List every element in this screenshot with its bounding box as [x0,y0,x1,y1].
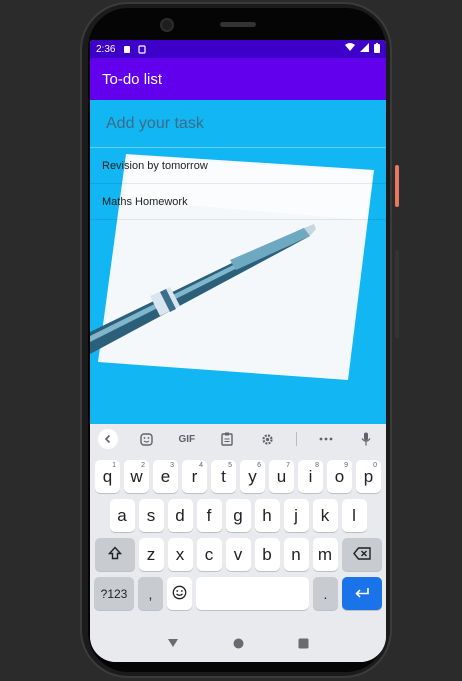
more-icon[interactable] [314,427,338,451]
task-item-label: Maths Homework [102,195,188,208]
wifi-icon [345,43,355,55]
task-input-placeholder: Add your task [106,114,204,132]
task-list-area: Add your task Revision by tomorrow Maths… [90,100,386,424]
sticker-icon[interactable] [134,427,158,451]
shift-key[interactable] [94,538,135,571]
period-key[interactable]: . [313,577,338,610]
battery-icon [374,42,380,56]
toolbar-divider [296,432,298,446]
device-screen: 2:36 To-do list Add your task Revision b… [90,40,386,662]
back-nav-icon[interactable] [167,636,179,654]
keyboard-row-4: ?123 , . [90,577,386,610]
key-n[interactable]: n [283,538,309,571]
key-i[interactable]: 8i [298,460,323,493]
key-k[interactable]: k [312,499,338,532]
key-g[interactable]: g [225,499,251,532]
front-camera [160,18,174,32]
key-m[interactable]: m [312,538,338,571]
status-bar: 2:36 [90,40,386,58]
key-l[interactable]: l [341,499,367,532]
keyboard-row-2: a s d f g h j k l [90,499,386,532]
key-a[interactable]: a [109,499,135,532]
recents-nav-icon[interactable] [298,636,309,654]
on-screen-keyboard: GIF 1q 2w 3e 4r 5t 6y 7u 8i 9o 0 p a s d… [90,424,386,662]
keyboard-row-1: 1q 2w 3e 4r 5t 6y 7u 8i 9o 0p [90,460,386,493]
volume-button[interactable] [395,250,399,338]
keyboard-row-3: z x c v b n m [90,538,386,571]
chevron-left-icon[interactable] [98,429,118,449]
gear-icon[interactable] [256,427,280,451]
enter-icon [354,584,370,604]
task-item[interactable]: Maths Homework [90,184,386,220]
key-c[interactable]: c [196,538,222,571]
key-u[interactable]: 7u [269,460,294,493]
shift-icon [107,545,122,565]
task-input[interactable]: Add your task [90,100,386,148]
key-x[interactable]: x [167,538,193,571]
earpiece-speaker [220,22,256,27]
home-nav-icon[interactable] [233,636,244,654]
key-o[interactable]: 9o [327,460,352,493]
power-button[interactable] [395,165,399,207]
key-t[interactable]: 5t [211,460,236,493]
emoji-icon [172,585,187,603]
key-v[interactable]: v [225,538,251,571]
key-z[interactable]: z [138,538,164,571]
key-q[interactable]: 1q [95,460,120,493]
notification-icon [123,45,131,54]
key-w[interactable]: 2w [124,460,149,493]
sim-icon [138,44,147,54]
system-nav-bar [90,628,386,662]
key-j[interactable]: j [283,499,309,532]
task-item-label: Revision by tomorrow [102,159,208,172]
enter-key[interactable] [342,577,382,610]
backspace-icon [352,545,371,565]
key-b[interactable]: b [254,538,280,571]
key-f[interactable]: f [196,499,222,532]
app-title: To-do list [102,70,163,88]
keyboard-toolbar: GIF [90,424,386,454]
symbols-key[interactable]: ?123 [94,577,134,610]
status-time: 2:36 [96,43,116,55]
key-h[interactable]: h [254,499,280,532]
microphone-icon[interactable] [354,427,378,451]
key-y[interactable]: 6y [240,460,265,493]
emoji-key[interactable] [167,577,192,610]
key-s[interactable]: s [138,499,164,532]
key-p[interactable]: 0p [356,460,381,493]
app-bar: To-do list [90,58,386,100]
signal-icon [360,43,369,55]
task-item[interactable]: Revision by tomorrow [90,148,386,184]
backspace-key[interactable] [341,538,382,571]
key-r[interactable]: 4r [182,460,207,493]
comma-key[interactable]: , [138,577,163,610]
gif-button[interactable]: GIF [175,427,199,451]
key-e[interactable]: 3e [153,460,178,493]
key-d[interactable]: d [167,499,193,532]
clipboard-icon[interactable] [215,427,239,451]
space-key[interactable] [196,577,309,610]
